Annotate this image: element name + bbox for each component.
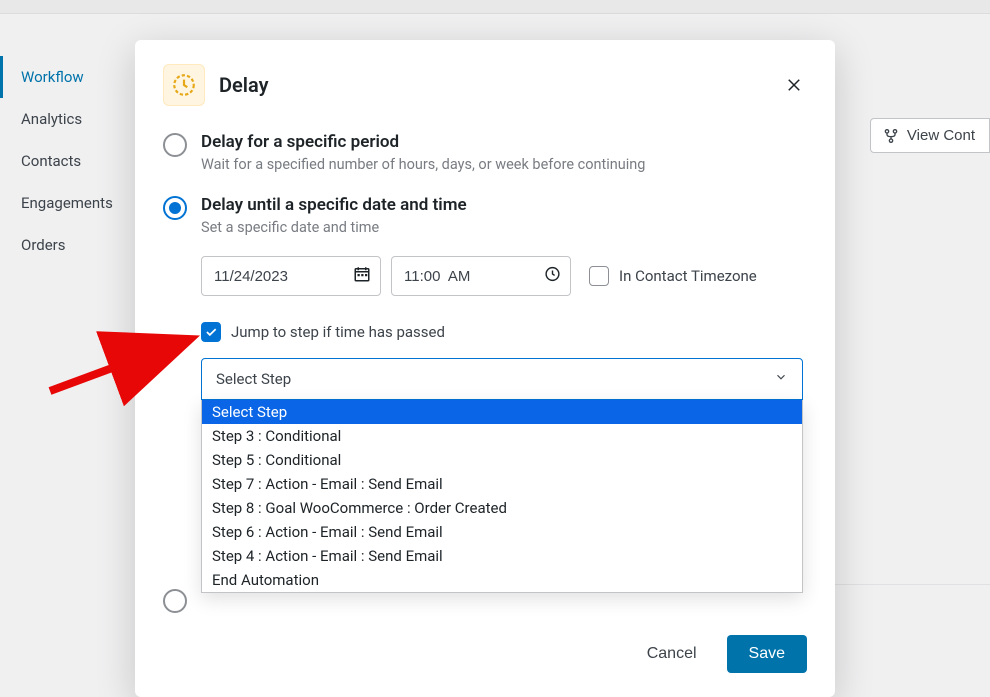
step-option[interactable]: Step 7 : Action - Email : Send Email xyxy=(202,472,802,496)
cancel-button[interactable]: Cancel xyxy=(637,637,707,671)
check-icon xyxy=(204,325,218,339)
branch-icon xyxy=(883,128,899,144)
delay-datetime-sub: Set a specific date and time xyxy=(201,219,467,236)
step-select-value: Select Step xyxy=(216,370,291,388)
app-top-bar xyxy=(0,0,990,14)
modal-close-button[interactable] xyxy=(781,72,807,98)
step-option[interactable]: End Automation xyxy=(202,568,802,592)
sidebar-item-analytics[interactable]: Analytics xyxy=(0,98,150,140)
delay-datetime-label: Delay until a specific date and time xyxy=(201,195,467,215)
step-option[interactable]: Step 6 : Action - Email : Send Email xyxy=(202,520,802,544)
timezone-label: In Contact Timezone xyxy=(619,267,757,285)
delay-title-icon xyxy=(163,64,205,106)
close-icon xyxy=(785,76,803,94)
modal-title: Delay xyxy=(219,73,269,97)
clock-icon xyxy=(171,72,197,98)
sidebar-item-contacts[interactable]: Contacts xyxy=(0,140,150,182)
step-select[interactable]: Select Step xyxy=(201,358,803,400)
jump-checkbox[interactable] xyxy=(201,322,221,342)
view-contacts-button[interactable]: View Cont xyxy=(870,118,990,153)
time-input-wrap xyxy=(391,256,571,296)
timezone-checkbox[interactable] xyxy=(589,266,609,286)
calendar-icon xyxy=(353,265,371,287)
step-select-dropdown: Select Step Step 3 : Conditional Step 5 … xyxy=(201,400,803,593)
sidebar-item-workflow[interactable]: Workflow xyxy=(0,56,150,98)
date-input-wrap xyxy=(201,256,381,296)
step-option[interactable]: Step 5 : Conditional xyxy=(202,448,802,472)
chevron-down-icon xyxy=(774,370,788,388)
radio-selected-icon xyxy=(163,196,187,220)
delay-period-label: Delay for a specific period xyxy=(201,132,645,152)
sidebar-item-orders[interactable]: Orders xyxy=(0,224,150,266)
step-option[interactable]: Step 4 : Action - Email : Send Email xyxy=(202,544,802,568)
radio-unselected-icon xyxy=(163,133,187,157)
jump-label: Jump to step if time has passed xyxy=(231,323,445,341)
clock-small-icon xyxy=(544,266,561,287)
delay-modal: Delay Delay for a specific period Wait f… xyxy=(135,40,835,697)
step-option[interactable]: Step 3 : Conditional xyxy=(202,424,802,448)
delay-period-option[interactable]: Delay for a specific period Wait for a s… xyxy=(163,132,807,173)
sidebar: Workflow Analytics Contacts Engagements … xyxy=(0,14,150,689)
save-button[interactable]: Save xyxy=(727,635,807,673)
delay-period-sub: Wait for a specified number of hours, da… xyxy=(201,156,645,173)
step-option[interactable]: Select Step xyxy=(202,400,802,424)
view-contacts-label: View Cont xyxy=(907,127,975,144)
sidebar-item-engagements[interactable]: Engagements xyxy=(0,182,150,224)
delay-datetime-option[interactable]: Delay until a specific date and time Set… xyxy=(163,195,807,236)
step-option[interactable]: Step 8 : Goal WooCommerce : Order Create… xyxy=(202,496,802,520)
radio-unselected-icon xyxy=(163,589,187,613)
